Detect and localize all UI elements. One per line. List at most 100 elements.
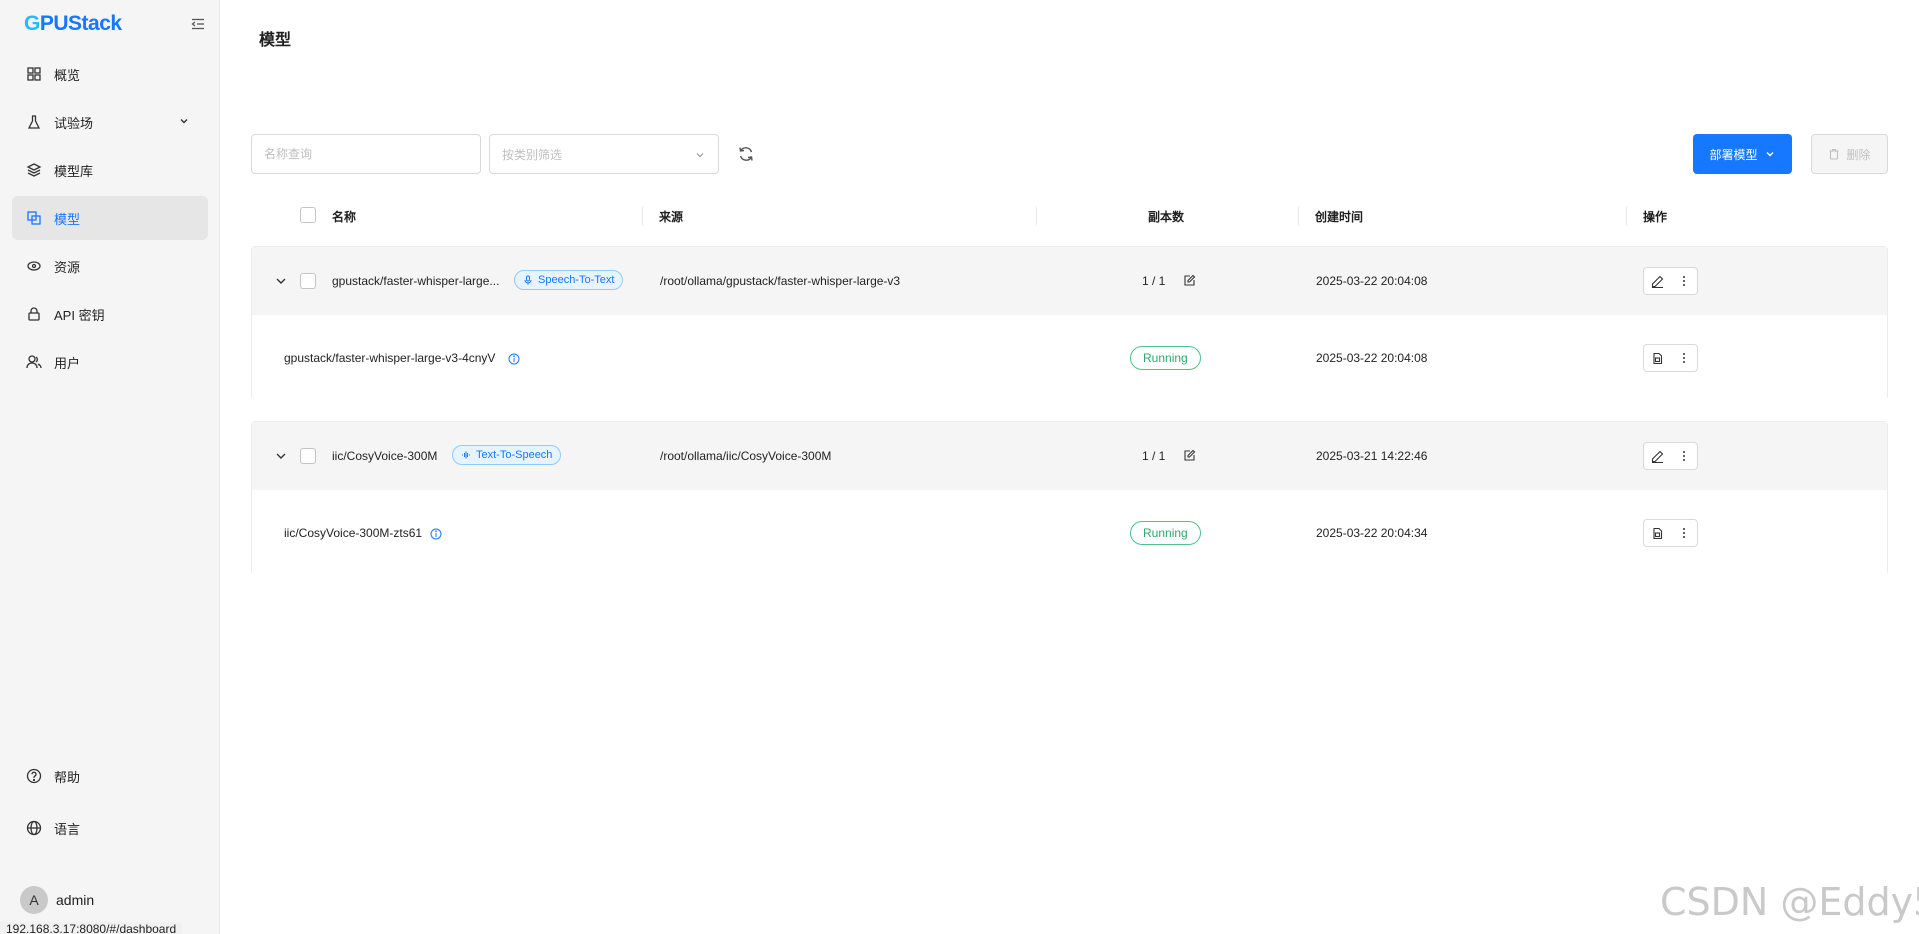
sidebar-item-api-keys[interactable]: API 密钥 [12, 292, 208, 336]
column-divider [1626, 207, 1627, 225]
replica-count: 1 / 1 [1142, 449, 1166, 463]
sidebar-item-models[interactable]: 模型 [12, 196, 208, 240]
sidebar: GPUStack 概览 试验场 模型库 模型 资源 API 密钥 用户 帮助 语… [0, 0, 220, 934]
sidebar-item-resources[interactable]: 资源 [12, 244, 208, 288]
table-row[interactable]: gpustack/faster-whisper-large... Speech-… [252, 247, 1887, 315]
chevron-down-icon[interactable] [274, 449, 288, 463]
microphone-icon [523, 275, 533, 285]
user-name: admin [56, 892, 95, 908]
model-name[interactable]: gpustack/faster-whisper-large... [332, 274, 499, 288]
edit-replicas-icon[interactable] [1183, 274, 1196, 287]
column-header-replicas[interactable]: 副本数 [1148, 208, 1184, 225]
collapse-sidebar-icon[interactable] [190, 16, 206, 32]
deploy-model-label: 部署模型 [1709, 147, 1758, 162]
lock-icon [26, 306, 42, 322]
audio-wave-icon [461, 450, 471, 460]
model-source: /root/ollama/gpustack/faster-whisper-lar… [660, 274, 901, 288]
created-time: 2025-03-22 20:04:34 [1316, 526, 1428, 540]
more-vertical-icon [1682, 276, 1685, 286]
sidebar-item-label: 资源 [54, 259, 81, 275]
sidebar-item-label: 模型 [54, 211, 81, 227]
sidebar-item-playground[interactable]: 试验场 [12, 100, 208, 144]
page-title: 模型 [259, 32, 292, 49]
model-category-tag: Speech-To-Text [514, 270, 624, 290]
deploy-model-button[interactable]: 部署模型 [1693, 134, 1792, 174]
layers-icon [26, 162, 42, 178]
sidebar-item-label: 用户 [54, 355, 81, 371]
tag-label: Text-To-Speech [476, 449, 553, 461]
sidebar-item-users[interactable]: 用户 [12, 340, 208, 384]
pencil-icon [1651, 275, 1663, 288]
sidebar-item-overview[interactable]: 概览 [12, 52, 208, 96]
filter-placeholder: 按类别筛选 [502, 147, 563, 162]
globe-icon [26, 820, 42, 836]
view-logs-button[interactable] [1643, 344, 1671, 372]
trash-icon [1828, 148, 1840, 160]
file-icon [1652, 352, 1662, 364]
info-icon[interactable] [430, 527, 442, 540]
more-actions-button[interactable] [1670, 267, 1698, 295]
category-filter-select[interactable]: 按类别筛选 [489, 134, 719, 174]
model-group: gpustack/faster-whisper-large... Speech-… [251, 246, 1888, 400]
watermark: CSDN @Eddy5x [1660, 880, 1919, 924]
column-header-name[interactable]: 名称 [332, 208, 356, 225]
status-bar-url: 192.168.3.17:8080/#/dashboard [0, 922, 183, 934]
chevron-down-icon [1764, 148, 1776, 160]
column-divider [642, 207, 643, 225]
model-name[interactable]: iic/CosyVoice-300M [332, 449, 437, 463]
more-actions-button[interactable] [1670, 442, 1698, 470]
refresh-icon[interactable] [737, 145, 755, 163]
edit-replicas-icon[interactable] [1183, 449, 1196, 462]
sidebar-item-language[interactable]: 语言 [12, 806, 208, 850]
models-icon [26, 210, 42, 226]
edit-model-button[interactable] [1643, 267, 1671, 295]
delete-label: 删除 [1846, 147, 1871, 162]
column-divider [1036, 207, 1037, 225]
sidebar-item-label: 帮助 [54, 769, 81, 785]
model-source: /root/ollama/iic/CosyVoice-300M [660, 449, 832, 463]
view-logs-button[interactable] [1643, 519, 1671, 547]
instance-name: gpustack/faster-whisper-large-v3-4cnyV [284, 351, 496, 365]
info-icon[interactable] [508, 352, 520, 365]
app-root: GPUStack 概览 试验场 模型库 模型 资源 API 密钥 用户 帮助 语… [0, 0, 1919, 934]
column-header-actions: 操作 [1643, 210, 1668, 224]
chevron-down-icon [178, 115, 190, 127]
sidebar-item-help[interactable]: 帮助 [12, 754, 208, 798]
more-actions-button[interactable] [1670, 519, 1698, 547]
table-row[interactable]: iic/CosyVoice-300M Text-To-Speech /root/… [252, 422, 1887, 490]
table-row[interactable]: gpustack/faster-whisper-large-v3-4cnyV R… [252, 315, 1887, 400]
user-menu[interactable]: A admin [20, 886, 94, 914]
tag-label: Speech-To-Text [538, 274, 615, 286]
created-time: 2025-03-22 20:04:08 [1316, 274, 1428, 288]
more-actions-button[interactable] [1670, 344, 1698, 372]
edit-model-button[interactable] [1643, 442, 1671, 470]
name-search-input[interactable] [251, 134, 481, 174]
help-icon [26, 768, 42, 784]
delete-button[interactable]: 删除 [1811, 134, 1888, 174]
logo-g: G [24, 12, 40, 35]
status-label: Running [1143, 526, 1188, 540]
row-checkbox[interactable] [300, 448, 316, 464]
column-divider [1298, 207, 1299, 225]
file-icon [1652, 527, 1662, 539]
row-checkbox[interactable] [300, 273, 316, 289]
column-header-source[interactable]: 来源 [659, 208, 683, 225]
users-icon [26, 354, 42, 370]
avatar: A [20, 886, 48, 914]
sidebar-item-label: API 密钥 [54, 307, 105, 323]
app-logo[interactable]: GPUStack [24, 12, 122, 36]
more-vertical-icon [1682, 353, 1685, 363]
sidebar-item-model-catalog[interactable]: 模型库 [12, 148, 208, 192]
table-row[interactable]: iic/CosyVoice-300M-zts61 Running 2025-03… [252, 490, 1887, 575]
flask-icon [26, 114, 42, 130]
pencil-icon [1651, 450, 1663, 463]
sidebar-item-label: 概览 [54, 67, 81, 83]
column-header-created[interactable]: 创建时间 [1315, 208, 1363, 225]
dashboard-icon [26, 66, 42, 82]
model-category-tag: Text-To-Speech [452, 445, 562, 465]
resources-icon [26, 258, 42, 274]
chevron-down-icon[interactable] [274, 274, 288, 288]
select-all-checkbox[interactable] [300, 207, 316, 223]
status-badge: Running [1130, 346, 1201, 370]
status-badge: Running [1130, 521, 1201, 545]
